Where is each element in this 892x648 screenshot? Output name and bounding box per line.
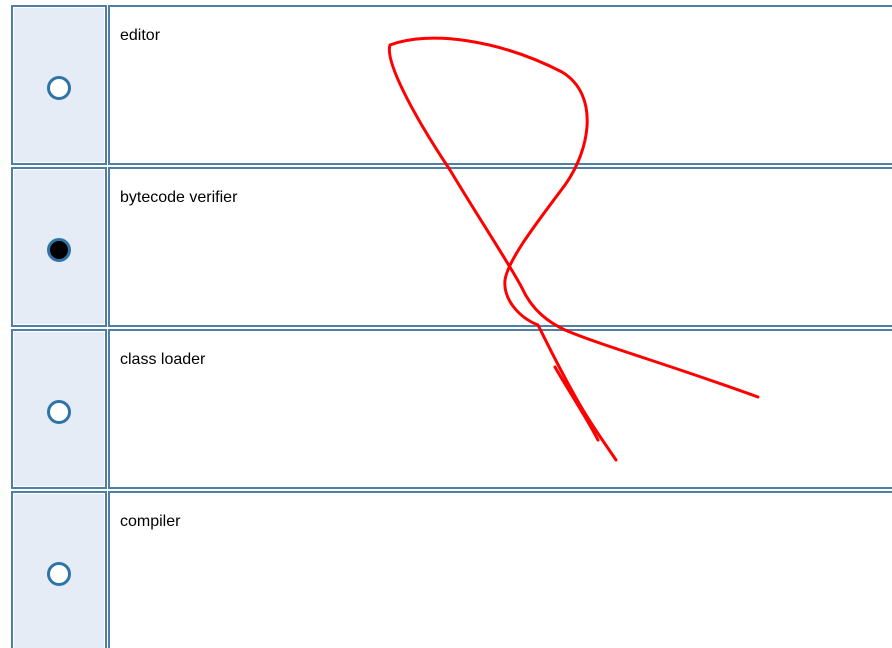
radio-cell[interactable] [11,491,107,648]
option-text-cell[interactable]: editor [108,5,892,165]
answer-choices-page: editor bytecode verifier class loader co… [0,0,892,648]
radio-button-icon[interactable] [47,562,71,586]
option-text-cell[interactable]: class loader [108,329,892,489]
option-label: bytecode verifier [120,189,238,206]
option-row-compiler[interactable]: compiler [11,491,892,648]
option-text-cell[interactable]: compiler [108,491,892,648]
option-label: compiler [120,513,181,530]
option-row-bytecode-verifier[interactable]: bytecode verifier [11,167,892,327]
radio-button-icon[interactable] [47,76,71,100]
radio-button-icon[interactable] [47,400,71,424]
option-label: class loader [120,351,206,368]
option-row-editor[interactable]: editor [11,5,892,165]
radio-cell[interactable] [11,329,107,489]
radio-cell[interactable] [11,167,107,327]
radio-cell[interactable] [11,5,107,165]
option-text-cell[interactable]: bytecode verifier [108,167,892,327]
option-label: editor [120,27,161,44]
option-row-class-loader[interactable]: class loader [11,329,892,489]
radio-button-selected-icon[interactable] [47,238,71,262]
